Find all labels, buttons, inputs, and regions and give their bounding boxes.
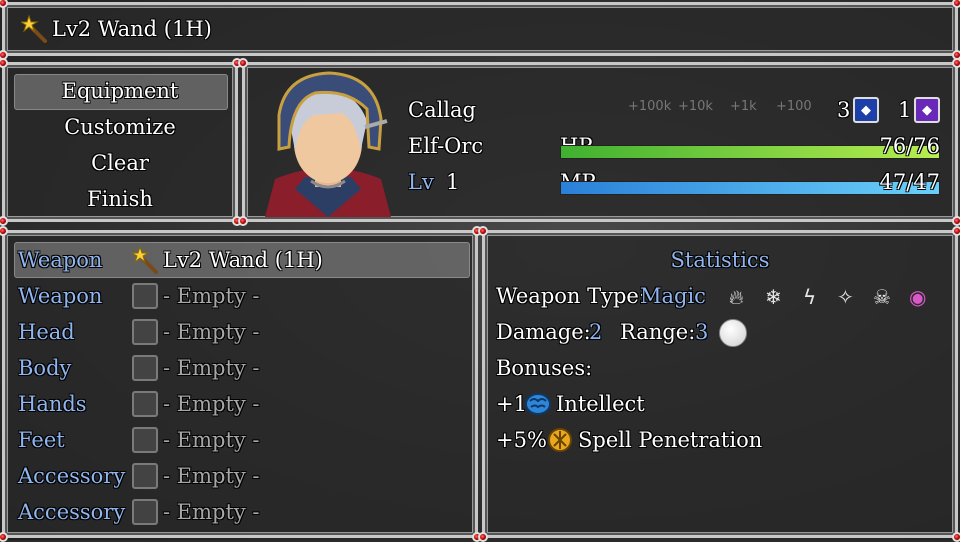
skill-point-blue-icon: ◆ [853, 97, 879, 123]
menu-item-equipment[interactable]: Equipment [5, 76, 235, 106]
wand-icon [21, 15, 47, 43]
statistics-window: Statistics Weapon Type: Magic 🔥︎ ❄ ϟ ✧ ☠… [478, 226, 960, 542]
slot-item: Lv2 Wand (1H) [163, 248, 323, 272]
slot-type: Head [18, 320, 75, 344]
mp-value: 47/47 [879, 170, 940, 194]
currency-a-count: 3 [837, 98, 851, 122]
currency-b-count: 1 [898, 98, 912, 122]
bonuses-label: Bonuses: [496, 356, 593, 380]
actor-status-window: Callag Elf-Orc Lv 1 +100k +10k +1k +100 … [238, 58, 960, 226]
range-label: Range: [620, 320, 696, 344]
actor-race: Elf-Orc [408, 134, 484, 158]
holy-icon: ✧ [837, 285, 854, 309]
ghost-cost-10k: +10k [678, 99, 713, 114]
ghost-cost-100: +100 [776, 99, 812, 114]
ghost-cost-1k: +1k [730, 99, 757, 114]
bonus-name: Intellect [556, 392, 645, 416]
empty-slot-icon [132, 283, 158, 309]
item-header-window: Lv2 Wand (1H) [0, 0, 960, 60]
empty-slot-icon [132, 499, 158, 525]
death-icon: ☠ [873, 285, 891, 309]
slot-type: Weapon [18, 284, 103, 308]
actor-portrait [265, 71, 391, 217]
empty-slot-icon [132, 463, 158, 489]
frost-icon: ❄ [765, 285, 782, 309]
lightning-icon: ϟ [803, 285, 817, 309]
slot-type: Accessory [18, 500, 126, 524]
brain-icon [525, 393, 551, 415]
empty-slot-icon [132, 391, 158, 417]
bonus-value: +5% [496, 428, 547, 452]
weapon-type-value: Magic [640, 284, 706, 308]
slot-type: Feet [18, 428, 65, 452]
equipment-slots-window: Weapon Lv2 Wand (1H) Weapon - Empty - He… [0, 226, 482, 542]
slot-item: - Empty - [163, 500, 260, 524]
slot-type: Body [18, 356, 72, 380]
slot-item: - Empty - [163, 464, 260, 488]
slot-item: - Empty - [163, 284, 260, 308]
range-circle-icon [719, 319, 747, 347]
skill-point-purple-icon: ◆ [914, 97, 940, 123]
statistics-title: Statistics [670, 248, 770, 272]
empty-slot-icon [132, 355, 158, 381]
empty-slot-icon [132, 427, 158, 453]
slot-type: Hands [18, 392, 87, 416]
eye-icon: ◉ [909, 285, 927, 309]
menu-item-clear[interactable]: Clear [5, 148, 235, 178]
range-value: 3 [695, 320, 709, 344]
fire-icon: 🔥︎ [729, 285, 744, 309]
ghost-cost-100k: +100k [628, 99, 672, 114]
empty-slot-icon [132, 319, 158, 345]
slot-item: - Empty - [163, 320, 260, 344]
slot-item: - Empty - [163, 428, 260, 452]
spell-penetration-icon [548, 428, 572, 452]
menu-item-finish[interactable]: Finish [5, 184, 235, 214]
slot-item: - Empty - [163, 392, 260, 416]
damage-label: Damage: [496, 320, 591, 344]
level-label: Lv [408, 170, 434, 194]
level-value: 1 [446, 170, 460, 194]
damage-value: 2 [589, 320, 603, 344]
wand-icon [132, 246, 158, 274]
item-title: Lv2 Wand (1H) [52, 17, 212, 41]
slot-type: Weapon [18, 248, 103, 272]
weapon-type-label: Weapon Type: [496, 284, 646, 308]
menu-item-customize[interactable]: Customize [5, 112, 235, 142]
bonus-value: +1 [496, 392, 527, 416]
command-window: Equipment Customize Clear Finish [0, 58, 242, 226]
actor-name: Callag [408, 98, 476, 122]
slot-item: - Empty - [163, 356, 260, 380]
hp-value: 76/76 [879, 134, 940, 158]
bonus-name: Spell Penetration [578, 428, 763, 452]
slot-type: Accessory [18, 464, 126, 488]
